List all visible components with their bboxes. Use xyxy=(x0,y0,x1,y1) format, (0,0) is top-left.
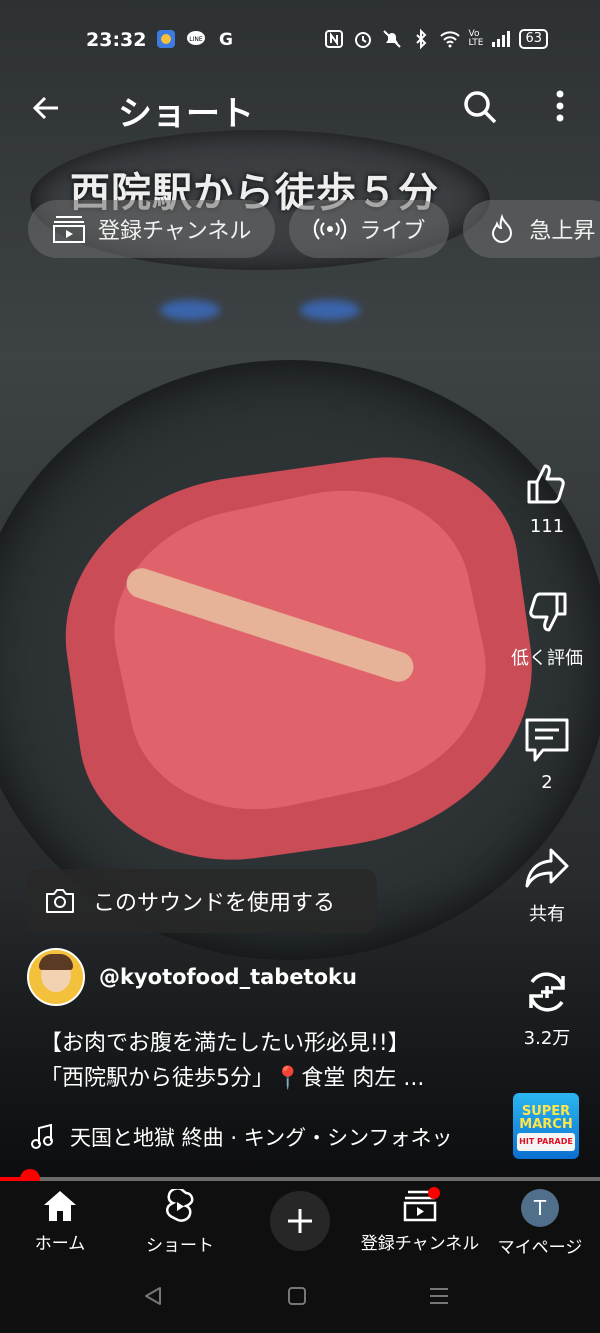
game-app-icon xyxy=(157,30,175,48)
chip-label: ライブ xyxy=(359,219,426,244)
more-vertical-icon[interactable] xyxy=(548,86,572,126)
svg-text:G: G xyxy=(219,30,233,50)
notification-icons: LINE G xyxy=(155,28,237,50)
like-count: 111 xyxy=(529,516,565,537)
nfc-icon xyxy=(325,30,344,48)
chip-subscriptions[interactable]: 登録チャンネル xyxy=(28,200,276,258)
user-avatar: T xyxy=(521,1189,559,1227)
thumb-title: SUPER MARCH xyxy=(519,1104,573,1132)
nav-mypage[interactable]: T マイページ xyxy=(480,1189,600,1258)
filter-chips: 登録チャンネル ライブ 急上昇 xyxy=(28,200,600,258)
system-home-icon[interactable] xyxy=(286,1285,308,1307)
shorts-icon xyxy=(165,1189,194,1222)
share-button[interactable]: 共有 xyxy=(505,844,589,926)
nav-mypage-label: マイページ xyxy=(497,1238,583,1258)
status-right: Vo LTE 63 xyxy=(323,28,548,50)
flame xyxy=(300,300,360,320)
description-line: 【お肉でお腹を満たしたい形必見!!】 xyxy=(40,1031,410,1056)
chip-trending[interactable]: 急上昇 xyxy=(463,200,600,258)
svg-text:LINE: LINE xyxy=(189,36,203,43)
share-label: 共有 xyxy=(529,904,565,925)
remix-icon xyxy=(529,972,565,1012)
music-track: 天国と地獄 終曲 · キング・シンフォネッ xyxy=(70,1126,453,1150)
comments-button[interactable]: 2 xyxy=(505,716,589,793)
chip-live[interactable]: ライブ xyxy=(289,200,450,258)
comment-count: 2 xyxy=(541,772,553,793)
channel-avatar[interactable] xyxy=(27,948,85,1006)
video-description[interactable]: 【お肉でお腹を満たしたい形必見!!】 「西院駅から徒歩5分」📍食堂 肉左 ... xyxy=(40,1026,500,1096)
use-sound-button[interactable]: このサウンドを使用する xyxy=(27,869,377,933)
chip-label: 登録チャンネル xyxy=(98,219,252,244)
bottom-navigation: ホーム ショート 登録チャンネル T マイページ xyxy=(0,1181,600,1263)
channel-row[interactable]: @kyotofood_tabetoku xyxy=(27,948,357,1006)
dislike-button[interactable]: 低く評価 xyxy=(505,588,589,670)
bluetooth-icon xyxy=(416,28,427,50)
music-row[interactable]: 天国と地獄 終曲 · キング・シンフォネッ xyxy=(30,1122,500,1152)
nav-subscriptions[interactable]: 登録チャンネル xyxy=(360,1187,480,1254)
camera-icon xyxy=(46,889,74,913)
remix-button[interactable]: 3.2万 xyxy=(505,968,589,1050)
system-recents-icon[interactable] xyxy=(428,1285,450,1307)
line-icon: LINE xyxy=(187,31,205,45)
use-sound-label: このサウンドを使用する xyxy=(93,891,336,916)
search-icon[interactable] xyxy=(461,88,499,126)
system-back-icon[interactable] xyxy=(142,1285,164,1307)
like-button[interactable]: 111 xyxy=(505,460,589,537)
nav-home[interactable]: ホーム xyxy=(0,1189,120,1254)
home-icon xyxy=(44,1191,76,1221)
nav-home-label: ホーム xyxy=(34,1234,86,1254)
shorts-header: ショート xyxy=(0,80,600,136)
signal-icon xyxy=(492,31,511,47)
battery-indicator: 63 xyxy=(519,29,548,49)
chip-label: 急上昇 xyxy=(529,219,596,244)
share-icon xyxy=(525,848,569,888)
status-time: 23:32 xyxy=(86,29,147,51)
back-arrow-icon[interactable] xyxy=(28,90,64,126)
subscriptions-icon-wrap xyxy=(400,1187,440,1223)
system-navigation xyxy=(0,1263,600,1333)
dislike-label: 低く評価 xyxy=(511,648,583,669)
thumbs-down-icon xyxy=(529,592,567,632)
comment-icon xyxy=(525,718,569,762)
mute-icon xyxy=(383,30,402,48)
remix-count: 3.2万 xyxy=(523,1028,571,1049)
music-thumbnail[interactable]: SUPER MARCH HIT PARADE xyxy=(513,1093,579,1159)
nav-subscriptions-label: 登録チャンネル xyxy=(360,1234,480,1254)
thumb-subtitle: HIT PARADE xyxy=(517,1133,575,1151)
trending-icon xyxy=(492,214,513,243)
volte-indicator: Vo LTE xyxy=(468,29,484,48)
thumbs-up-icon xyxy=(527,464,565,504)
channel-handle[interactable]: @kyotofood_tabetoku xyxy=(99,965,357,989)
status-bar: 23:32 LINE G Vo LTE 63 xyxy=(0,0,600,80)
nav-shorts-label: ショート xyxy=(146,1236,214,1256)
live-icon xyxy=(314,218,347,240)
description-line: 「西院駅から徒歩5分」📍食堂 肉左 ... xyxy=(40,1066,425,1091)
avatar-hair xyxy=(39,954,73,970)
flame xyxy=(160,300,220,320)
wifi-icon xyxy=(440,31,461,48)
page-title: ショート xyxy=(118,94,254,134)
subscriptions-icon xyxy=(53,216,85,243)
notification-dot xyxy=(428,1187,440,1199)
create-button[interactable] xyxy=(270,1191,330,1251)
music-note-icon xyxy=(31,1124,53,1149)
plus-icon xyxy=(288,1209,312,1233)
alarm-icon xyxy=(355,32,372,48)
google-icon: G xyxy=(219,30,233,50)
nav-shorts[interactable]: ショート xyxy=(120,1189,240,1256)
